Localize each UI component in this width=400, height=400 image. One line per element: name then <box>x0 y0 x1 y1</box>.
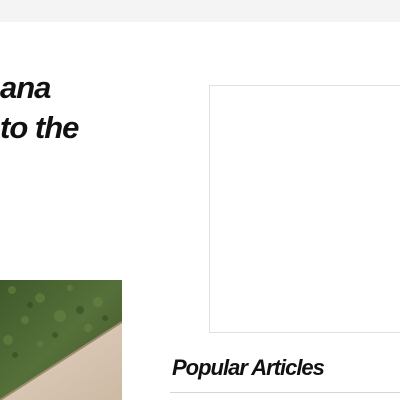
popular-articles-heading: Popular Articles <box>172 355 325 380</box>
grass-photo <box>0 280 122 400</box>
top-bar <box>0 0 400 22</box>
headline-line-2: to the <box>0 110 79 145</box>
page: ana to the Popular Articles <box>0 0 400 400</box>
article-image[interactable] <box>0 280 122 400</box>
section-divider <box>170 392 400 393</box>
ad-placeholder[interactable] <box>209 85 400 333</box>
headline-line-1: ana <box>0 70 51 105</box>
article-headline: ana to the <box>0 68 130 148</box>
